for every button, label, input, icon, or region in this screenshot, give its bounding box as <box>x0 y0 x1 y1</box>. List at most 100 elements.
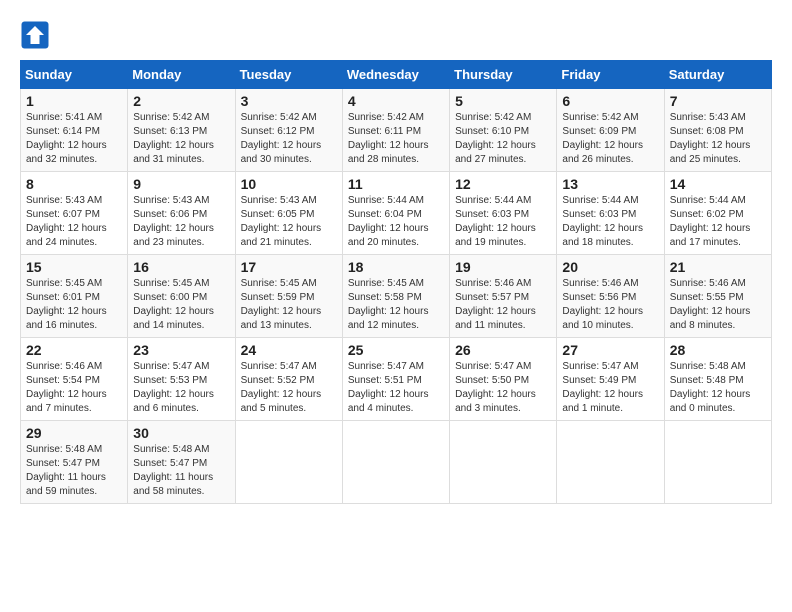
day-number: 3 <box>241 93 337 109</box>
day-info: Sunrise: 5:45 AMSunset: 6:01 PMDaylight:… <box>26 277 122 333</box>
calendar-cell: 12 Sunrise: 5:44 AMSunset: 6:03 PMDaylig… <box>450 172 557 255</box>
day-info: Sunrise: 5:45 AMSunset: 5:58 PMDaylight:… <box>348 277 444 333</box>
calendar-cell: 24 Sunrise: 5:47 AMSunset: 5:52 PMDaylig… <box>235 338 342 421</box>
day-number: 26 <box>455 342 551 358</box>
day-number: 10 <box>241 176 337 192</box>
logo-icon <box>20 20 50 50</box>
day-info: Sunrise: 5:47 AMSunset: 5:52 PMDaylight:… <box>241 360 337 416</box>
calendar-cell: 21 Sunrise: 5:46 AMSunset: 5:55 PMDaylig… <box>664 255 771 338</box>
day-info: Sunrise: 5:46 AMSunset: 5:57 PMDaylight:… <box>455 277 551 333</box>
weekday-header: Monday <box>128 61 235 89</box>
day-info: Sunrise: 5:44 AMSunset: 6:03 PMDaylight:… <box>562 194 658 250</box>
calendar-cell: 19 Sunrise: 5:46 AMSunset: 5:57 PMDaylig… <box>450 255 557 338</box>
day-number: 5 <box>455 93 551 109</box>
weekday-header: Saturday <box>664 61 771 89</box>
day-number: 8 <box>26 176 122 192</box>
weekday-header: Wednesday <box>342 61 449 89</box>
day-number: 9 <box>133 176 229 192</box>
calendar-cell: 14 Sunrise: 5:44 AMSunset: 6:02 PMDaylig… <box>664 172 771 255</box>
day-info: Sunrise: 5:42 AMSunset: 6:11 PMDaylight:… <box>348 111 444 167</box>
calendar-cell <box>450 421 557 504</box>
day-number: 28 <box>670 342 766 358</box>
day-number: 13 <box>562 176 658 192</box>
day-number: 24 <box>241 342 337 358</box>
day-number: 1 <box>26 93 122 109</box>
day-info: Sunrise: 5:48 AMSunset: 5:48 PMDaylight:… <box>670 360 766 416</box>
calendar-cell <box>342 421 449 504</box>
day-number: 7 <box>670 93 766 109</box>
calendar-body: 1 Sunrise: 5:41 AMSunset: 6:14 PMDayligh… <box>21 89 772 504</box>
calendar-cell: 29 Sunrise: 5:48 AMSunset: 5:47 PMDaylig… <box>21 421 128 504</box>
calendar-table: SundayMondayTuesdayWednesdayThursdayFrid… <box>20 60 772 504</box>
calendar-cell: 20 Sunrise: 5:46 AMSunset: 5:56 PMDaylig… <box>557 255 664 338</box>
day-number: 23 <box>133 342 229 358</box>
calendar-cell: 30 Sunrise: 5:48 AMSunset: 5:47 PMDaylig… <box>128 421 235 504</box>
weekday-header: Sunday <box>21 61 128 89</box>
day-info: Sunrise: 5:46 AMSunset: 5:54 PMDaylight:… <box>26 360 122 416</box>
day-info: Sunrise: 5:42 AMSunset: 6:10 PMDaylight:… <box>455 111 551 167</box>
day-number: 12 <box>455 176 551 192</box>
day-number: 25 <box>348 342 444 358</box>
weekday-header: Friday <box>557 61 664 89</box>
day-number: 29 <box>26 425 122 441</box>
calendar-cell: 16 Sunrise: 5:45 AMSunset: 6:00 PMDaylig… <box>128 255 235 338</box>
day-number: 20 <box>562 259 658 275</box>
calendar-cell: 5 Sunrise: 5:42 AMSunset: 6:10 PMDayligh… <box>450 89 557 172</box>
day-number: 19 <box>455 259 551 275</box>
weekday-header: Tuesday <box>235 61 342 89</box>
calendar-cell: 9 Sunrise: 5:43 AMSunset: 6:06 PMDayligh… <box>128 172 235 255</box>
day-info: Sunrise: 5:43 AMSunset: 6:06 PMDaylight:… <box>133 194 229 250</box>
calendar-cell: 8 Sunrise: 5:43 AMSunset: 6:07 PMDayligh… <box>21 172 128 255</box>
calendar-header: SundayMondayTuesdayWednesdayThursdayFrid… <box>21 61 772 89</box>
calendar-week-row: 22 Sunrise: 5:46 AMSunset: 5:54 PMDaylig… <box>21 338 772 421</box>
day-number: 4 <box>348 93 444 109</box>
day-number: 30 <box>133 425 229 441</box>
day-number: 18 <box>348 259 444 275</box>
logo <box>20 20 54 50</box>
weekday-header: Thursday <box>450 61 557 89</box>
day-info: Sunrise: 5:46 AMSunset: 5:56 PMDaylight:… <box>562 277 658 333</box>
calendar-cell: 23 Sunrise: 5:47 AMSunset: 5:53 PMDaylig… <box>128 338 235 421</box>
day-info: Sunrise: 5:45 AMSunset: 6:00 PMDaylight:… <box>133 277 229 333</box>
day-info: Sunrise: 5:45 AMSunset: 5:59 PMDaylight:… <box>241 277 337 333</box>
day-info: Sunrise: 5:44 AMSunset: 6:03 PMDaylight:… <box>455 194 551 250</box>
day-info: Sunrise: 5:44 AMSunset: 6:04 PMDaylight:… <box>348 194 444 250</box>
calendar-cell: 1 Sunrise: 5:41 AMSunset: 6:14 PMDayligh… <box>21 89 128 172</box>
calendar-week-row: 8 Sunrise: 5:43 AMSunset: 6:07 PMDayligh… <box>21 172 772 255</box>
day-info: Sunrise: 5:47 AMSunset: 5:49 PMDaylight:… <box>562 360 658 416</box>
calendar-cell <box>664 421 771 504</box>
day-number: 2 <box>133 93 229 109</box>
day-number: 14 <box>670 176 766 192</box>
calendar-cell: 6 Sunrise: 5:42 AMSunset: 6:09 PMDayligh… <box>557 89 664 172</box>
weekday-header-row: SundayMondayTuesdayWednesdayThursdayFrid… <box>21 61 772 89</box>
calendar-cell: 27 Sunrise: 5:47 AMSunset: 5:49 PMDaylig… <box>557 338 664 421</box>
day-info: Sunrise: 5:42 AMSunset: 6:12 PMDaylight:… <box>241 111 337 167</box>
day-info: Sunrise: 5:43 AMSunset: 6:08 PMDaylight:… <box>670 111 766 167</box>
calendar-week-row: 1 Sunrise: 5:41 AMSunset: 6:14 PMDayligh… <box>21 89 772 172</box>
day-info: Sunrise: 5:48 AMSunset: 5:47 PMDaylight:… <box>133 443 229 499</box>
calendar-cell: 28 Sunrise: 5:48 AMSunset: 5:48 PMDaylig… <box>664 338 771 421</box>
calendar-cell: 7 Sunrise: 5:43 AMSunset: 6:08 PMDayligh… <box>664 89 771 172</box>
day-info: Sunrise: 5:44 AMSunset: 6:02 PMDaylight:… <box>670 194 766 250</box>
day-info: Sunrise: 5:43 AMSunset: 6:05 PMDaylight:… <box>241 194 337 250</box>
day-info: Sunrise: 5:41 AMSunset: 6:14 PMDaylight:… <box>26 111 122 167</box>
calendar-cell: 15 Sunrise: 5:45 AMSunset: 6:01 PMDaylig… <box>21 255 128 338</box>
calendar-cell: 11 Sunrise: 5:44 AMSunset: 6:04 PMDaylig… <box>342 172 449 255</box>
day-number: 15 <box>26 259 122 275</box>
calendar-cell: 22 Sunrise: 5:46 AMSunset: 5:54 PMDaylig… <box>21 338 128 421</box>
calendar-cell <box>557 421 664 504</box>
day-number: 17 <box>241 259 337 275</box>
day-info: Sunrise: 5:43 AMSunset: 6:07 PMDaylight:… <box>26 194 122 250</box>
calendar-cell: 25 Sunrise: 5:47 AMSunset: 5:51 PMDaylig… <box>342 338 449 421</box>
day-number: 16 <box>133 259 229 275</box>
day-info: Sunrise: 5:42 AMSunset: 6:09 PMDaylight:… <box>562 111 658 167</box>
day-info: Sunrise: 5:48 AMSunset: 5:47 PMDaylight:… <box>26 443 122 499</box>
day-info: Sunrise: 5:47 AMSunset: 5:50 PMDaylight:… <box>455 360 551 416</box>
calendar-cell: 3 Sunrise: 5:42 AMSunset: 6:12 PMDayligh… <box>235 89 342 172</box>
calendar-week-row: 15 Sunrise: 5:45 AMSunset: 6:01 PMDaylig… <box>21 255 772 338</box>
day-number: 11 <box>348 176 444 192</box>
day-number: 21 <box>670 259 766 275</box>
day-info: Sunrise: 5:47 AMSunset: 5:51 PMDaylight:… <box>348 360 444 416</box>
calendar-cell: 13 Sunrise: 5:44 AMSunset: 6:03 PMDaylig… <box>557 172 664 255</box>
page-header <box>20 20 772 50</box>
